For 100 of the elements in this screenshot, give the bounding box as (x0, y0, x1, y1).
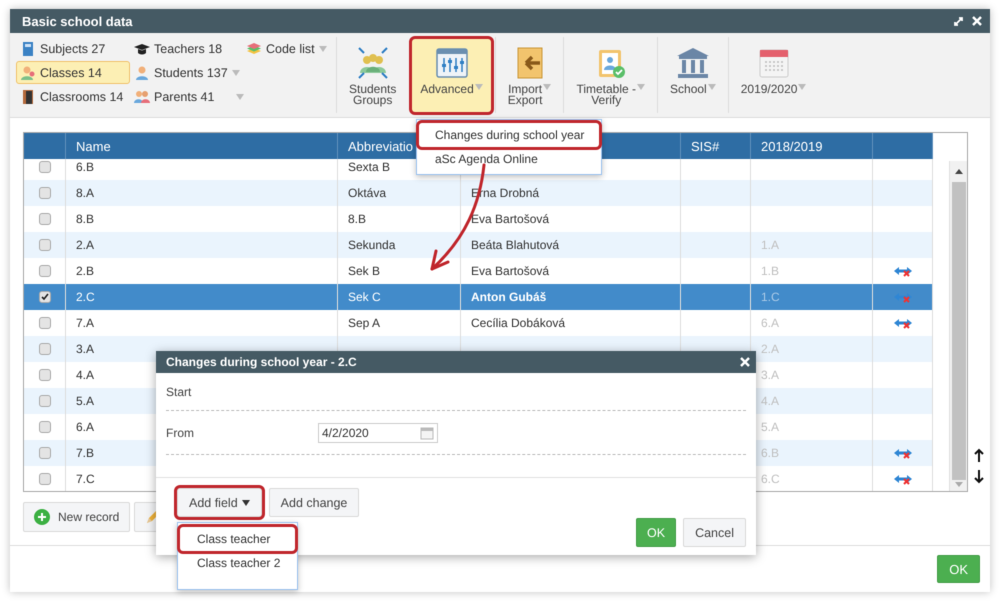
row-checkbox[interactable] (38, 447, 50, 459)
table-cell: 2.A (761, 342, 780, 356)
row-checkbox[interactable] (38, 421, 50, 433)
table-cell: 1.B (761, 264, 780, 278)
close-icon (972, 16, 982, 26)
column-header: 2018/2019 (761, 138, 822, 154)
new-record-button[interactable]: New record (23, 502, 130, 532)
book-icon (20, 40, 36, 56)
move-down-icon (974, 470, 984, 484)
link-icon (892, 291, 914, 303)
table-cell: 7.A (76, 316, 94, 330)
date-field[interactable]: 4/2/2020 (318, 422, 438, 442)
table-cell: 6.B (76, 160, 94, 174)
item-label: Classrooms 14 (40, 90, 124, 104)
caret-icon (474, 84, 483, 90)
item-label: Subjects 27 (40, 42, 106, 56)
column-header: Abbreviatio (348, 138, 414, 154)
menu-item[interactable]: Class teacher 2 (180, 551, 295, 575)
column-header: Name (76, 138, 111, 154)
scroll-up-icon[interactable] (954, 169, 962, 174)
table-cell: Sek B (348, 264, 380, 278)
table-cell: 8.A (76, 186, 94, 200)
table-cell: 8.B (348, 212, 366, 226)
table-cell: 2.A (76, 238, 94, 252)
item-label: Teachers 18 (154, 42, 222, 56)
caret-icon (798, 84, 806, 90)
add-change-button[interactable]: Add change (268, 488, 360, 517)
table-cell: Beáta Blahutová (471, 238, 560, 252)
row-checkbox[interactable] (38, 343, 50, 355)
item-label: Code list (266, 42, 315, 56)
row-checkbox[interactable] (38, 239, 50, 251)
column-header: SIS# (691, 138, 720, 154)
caret-icon (637, 84, 646, 90)
menu-item[interactable]: Class teacher (180, 527, 295, 551)
row-checkbox[interactable] (38, 473, 50, 485)
link-icon (892, 473, 914, 485)
table-cell: 5.A (761, 420, 780, 434)
layers-icon (246, 40, 262, 56)
button-label: Advanced (420, 84, 474, 95)
toolbar-list-item[interactable]: Code list (242, 37, 332, 60)
toolbar-button[interactable]: Timetable - Verify (568, 39, 654, 112)
person-icon (134, 64, 150, 80)
toolbar-list-item[interactable]: Students 137 (130, 61, 242, 84)
menu-item[interactable]: aSc Agenda Online (419, 147, 599, 171)
row-checkbox[interactable] (38, 291, 50, 303)
calendar-icon (420, 426, 434, 440)
toolbar-list-item[interactable]: Classrooms 14 (16, 85, 130, 108)
link-icon (892, 265, 914, 277)
table-cell: 6.A (76, 420, 94, 434)
table-cell: 8.B (76, 212, 94, 226)
toolbar-list-item[interactable]: Classes 14 (16, 61, 130, 84)
table-cell: 4.A (761, 394, 780, 408)
table-cell: 4.A (76, 368, 94, 382)
toolbar-button[interactable]: 2019/2020 (732, 39, 814, 112)
door-icon (20, 88, 36, 104)
caret-icon (318, 46, 327, 52)
row-checkbox[interactable] (38, 317, 50, 329)
button-label: Import Export (508, 84, 542, 106)
row-checkbox[interactable] (38, 265, 50, 277)
toolbar-button[interactable]: Students Groups (341, 39, 404, 112)
row-checkbox[interactable] (38, 187, 50, 199)
scroll-down-icon[interactable] (954, 482, 962, 487)
toolbar-button[interactable]: Import Export (500, 39, 560, 112)
people-icon (134, 88, 150, 104)
caret-icon (543, 84, 552, 90)
table-cell: Eva Bartošová (471, 264, 550, 278)
table-cell: Sep A (348, 316, 380, 330)
scrollbar[interactable] (949, 161, 967, 491)
caret-icon (242, 500, 250, 506)
scroll-thumb[interactable] (952, 182, 966, 480)
row-checkbox[interactable] (38, 161, 50, 173)
table-cell: 2.B (76, 264, 94, 278)
table-cell: 5.A (76, 394, 94, 408)
table-row[interactable]: 2.A Sekunda Beáta Blahutová 1.A (24, 232, 933, 258)
table-cell: Anton Gubáš (471, 290, 546, 304)
item-label: Students 137 (154, 66, 228, 80)
toolbar-button[interactable]: Advanced (412, 39, 491, 112)
menu-item[interactable]: Changes during school year (419, 123, 599, 147)
row-checkbox[interactable] (38, 369, 50, 381)
toolbar-list-item[interactable]: Teachers 18 (130, 37, 242, 60)
row-checkbox[interactable] (38, 213, 50, 225)
button-label: Timetable - Verify (576, 84, 636, 106)
toolbar-list-item[interactable]: Subjects 27 (16, 37, 130, 60)
expand-icon (954, 16, 964, 26)
cancel-button[interactable]: Cancel (683, 518, 746, 547)
table-cell: 6.B (761, 446, 780, 460)
table-row[interactable]: 2.C Sek C Anton Gubáš 1.C (24, 284, 933, 310)
caret-icon (232, 70, 240, 76)
table-cell: Sekunda (348, 238, 396, 252)
person-icon (20, 64, 36, 80)
field-label: From (166, 426, 195, 440)
toolbar-list-item[interactable]: Parents 41 (130, 85, 242, 108)
table-cell: Sexta B (348, 160, 390, 174)
caret-icon (708, 84, 716, 90)
plus-icon (34, 509, 50, 525)
button-label: Students Groups (349, 84, 396, 106)
row-checkbox[interactable] (38, 395, 50, 407)
table-cell: 7.C (76, 472, 95, 486)
add-field-button[interactable]: Add field (177, 488, 262, 517)
toolbar-button[interactable]: School (662, 39, 724, 112)
